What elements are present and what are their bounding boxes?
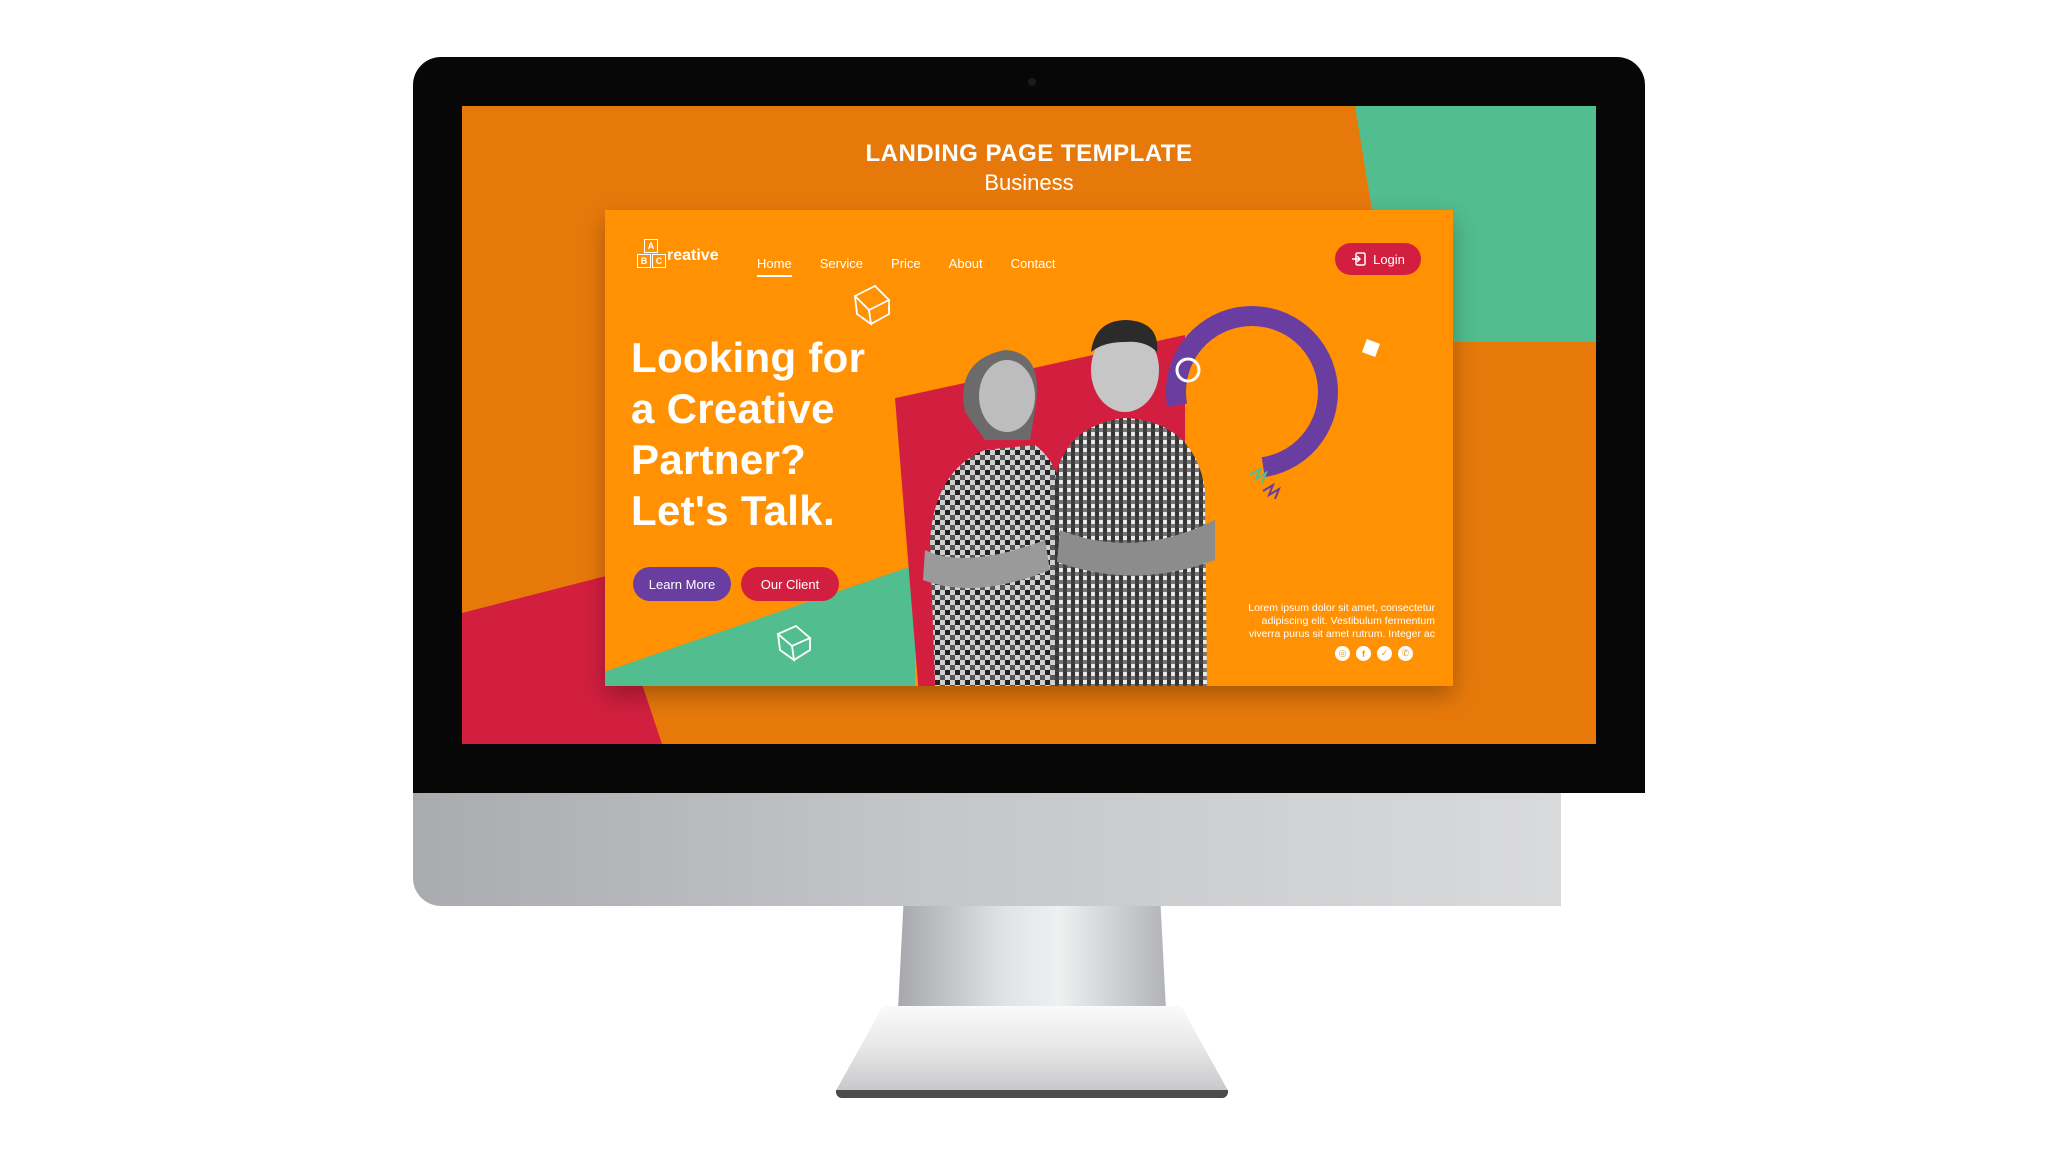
instagram-icon[interactable]: ◎ [1335,646,1350,661]
learn-more-button[interactable]: Learn More [633,567,731,601]
nav-about[interactable]: About [949,256,983,275]
monitor-stand-neck [898,906,1166,1010]
login-button[interactable]: Login [1335,243,1421,275]
description-line-3: viverra purus sit amet rutrum. Integer a… [1248,628,1435,640]
camera-icon [1028,78,1036,86]
monitor-stand-foot [836,1006,1228,1098]
hero-line-1: Looking for [631,334,866,381]
screen: LANDING PAGE TEMPLATE Business A B C rea… [462,106,1596,744]
nav-price[interactable]: Price [891,256,921,275]
landing-page-preview: A B C reative Home Service Price About C… [605,210,1453,686]
template-subtitle: Business [984,170,1074,195]
social-links: ◎ f ✓ ✆ [1335,646,1413,661]
facebook-icon[interactable]: f [1356,646,1371,661]
nav-contact[interactable]: Contact [1011,256,1056,275]
twitter-icon[interactable]: ✓ [1377,646,1392,661]
template-title: LANDING PAGE TEMPLATE [865,140,1193,167]
nav-home[interactable]: Home [757,256,792,277]
login-label: Login [1373,251,1405,267]
people-photo [923,320,1215,686]
description-line-1: Lorem ipsum dolor sit amet, consectetur [1248,602,1435,614]
logo-block-c: C [652,254,666,268]
hero-description: Lorem ipsum dolor sit amet, consectetur … [1205,602,1435,641]
cube-outline-icon-small [776,624,812,662]
creative-logo[interactable]: A B C reative [635,238,719,274]
logo-block-b: B [637,254,651,268]
cube-outline-icon [853,284,891,326]
abc-blocks-icon: A B C [635,239,667,273]
logo-text: reative [667,247,719,264]
diamond-shape-icon [1362,339,1380,357]
whatsapp-icon[interactable]: ✆ [1398,646,1413,661]
logo-block-a: A [644,239,658,253]
nav-service[interactable]: Service [820,256,863,275]
description-line-2: adipiscing elit. Vestibulum fermentum [1261,615,1435,627]
login-icon [1352,252,1366,266]
our-client-button[interactable]: Our Client [741,567,839,601]
hero-line-4: Let's Talk. [631,487,835,534]
monitor-chin [413,793,1561,906]
hero-line-3: Partner? [631,436,807,483]
main-nav: Home Service Price About Contact [757,256,1056,277]
hero-line-2: a Creative [631,385,835,432]
hero-headline: Looking for a Creative Partner? Let's Ta… [631,332,931,536]
monitor-stand-edge [836,1090,1228,1098]
